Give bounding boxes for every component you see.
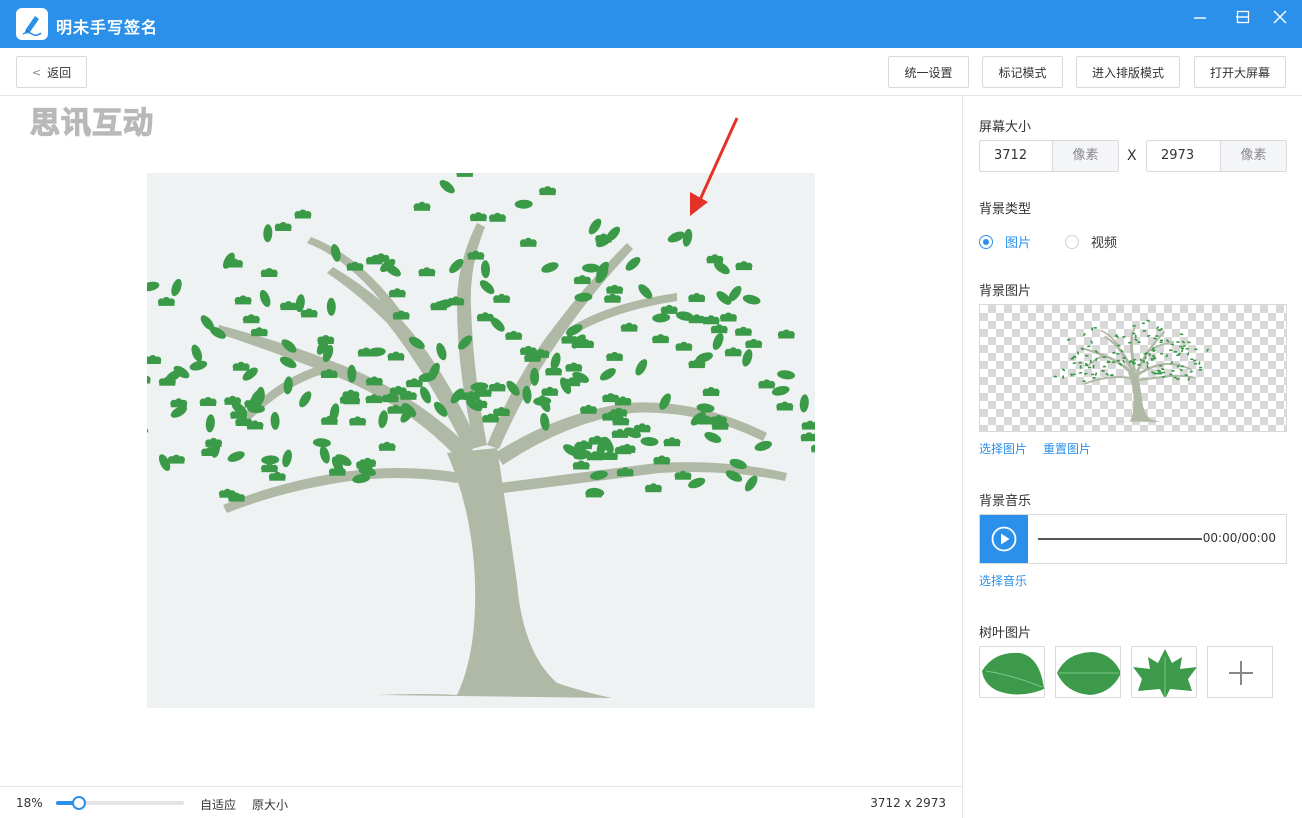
chevron-left-icon: < (31, 65, 42, 79)
canvas-area[interactable]: 思讯互动 (0, 96, 962, 786)
zoom-slider[interactable] (56, 796, 184, 810)
toolbar: < 返回 统一设置 标记模式 进入排版模式 打开大屏幕 (0, 48, 1302, 96)
music-time: 00:00/00:00 (1202, 531, 1276, 545)
bg-image-title: 背景图片 (979, 284, 1032, 299)
leaf-thumb-3[interactable] (1131, 646, 1197, 698)
width-field[interactable]: 3712 像素 (979, 140, 1119, 172)
unified-settings-button[interactable]: 统一设置 (888, 56, 969, 88)
watermark-logo: 思讯互动 (29, 105, 154, 141)
oval-leaf-icon (982, 652, 1044, 695)
zoom-slider-thumb[interactable] (72, 796, 87, 810)
choose-image-link[interactable]: 选择图片 (979, 440, 1027, 457)
fit-button[interactable]: 自适应 (200, 796, 236, 813)
close-icon[interactable] (1266, 6, 1294, 28)
red-arrow-annotation (690, 117, 739, 216)
music-progress[interactable] (1038, 538, 1202, 540)
width-unit: 像素 (1052, 141, 1118, 171)
reset-image-link[interactable]: 重置图片 (1043, 440, 1091, 457)
maple-leaf-icon (1133, 649, 1196, 697)
leaf-thumb-2[interactable] (1055, 646, 1121, 698)
leaf-thumb-1[interactable] (979, 646, 1045, 698)
zoom-percent: 18% (16, 796, 43, 810)
pointed-leaf-icon (1057, 652, 1120, 695)
dimension-readout: 3712 x 2973 (870, 796, 946, 810)
title-bar: 明未手写签名 (0, 0, 1302, 48)
radio-image-label: 图片 (1005, 236, 1032, 251)
radio-video[interactable]: 视频 (1065, 232, 1117, 251)
width-value[interactable]: 3712 (980, 141, 1052, 171)
maximize-icon[interactable] (1229, 6, 1257, 28)
plus-icon (1229, 661, 1253, 685)
bg-music-title: 背景音乐 (979, 494, 1032, 509)
size-separator: X (1127, 148, 1137, 164)
height-unit: 像素 (1220, 141, 1286, 171)
back-label: 返回 (47, 65, 72, 80)
bg-thumbnail (1053, 319, 1209, 422)
minimize-window[interactable] (1186, 6, 1214, 28)
choose-music-link[interactable]: 选择音乐 (979, 572, 1027, 589)
settings-panel: 屏幕大小 3712 像素 X 2973 像素 背景类型 图片 视频 背景图片 选… (962, 96, 1302, 818)
mark-mode-button[interactable]: 标记模式 (982, 56, 1063, 88)
pen-logo-icon (16, 8, 48, 40)
bg-image-preview[interactable] (979, 304, 1287, 432)
original-size-button[interactable]: 原大小 (252, 796, 288, 813)
radio-image[interactable]: 图片 (979, 232, 1031, 251)
leaf-images-title: 树叶图片 (979, 626, 1032, 641)
play-button[interactable] (980, 515, 1028, 563)
back-button[interactable]: < 返回 (16, 56, 87, 88)
add-leaf-button[interactable] (1207, 646, 1273, 698)
radio-video-dot[interactable] (1065, 234, 1079, 249)
radio-image-dot[interactable] (979, 234, 993, 249)
tree-canvas[interactable] (74, 167, 851, 708)
play-icon (991, 526, 1017, 552)
tree-image (74, 167, 851, 698)
bg-type-title: 背景类型 (979, 202, 1032, 217)
zoom-bar: 18% 自适应 原大小 3712 x 2973 (0, 786, 962, 818)
screen-size-title: 屏幕大小 (979, 120, 1032, 135)
layout-mode-button[interactable]: 进入排版模式 (1076, 56, 1180, 88)
app-title: 明未手写签名 (56, 18, 159, 37)
radio-video-label: 视频 (1091, 236, 1118, 251)
music-player: 00:00/00:00 (979, 514, 1287, 564)
height-field[interactable]: 2973 像素 (1146, 140, 1287, 172)
height-value[interactable]: 2973 (1147, 141, 1220, 171)
open-big-screen-button[interactable]: 打开大屏幕 (1194, 56, 1286, 88)
